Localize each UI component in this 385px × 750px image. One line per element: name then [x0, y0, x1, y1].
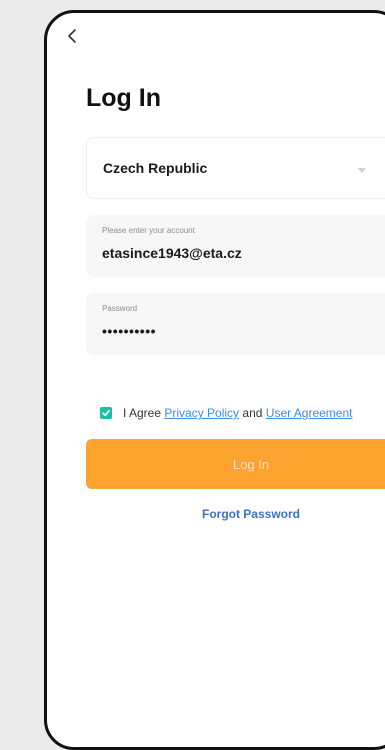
back-button[interactable]: [63, 26, 83, 46]
agreement-row: I Agree Privacy Policy and User Agreemen…: [100, 405, 353, 421]
chevron-left-icon: [68, 29, 76, 43]
device-frame: Log In Czech Republic Please enter your …: [44, 10, 385, 750]
country-select[interactable]: Czech Republic: [86, 137, 385, 199]
password-label: Password: [102, 304, 138, 313]
password-input[interactable]: ••••••••••: [102, 323, 156, 339]
privacy-policy-link[interactable]: Privacy Policy: [164, 406, 239, 420]
agree-checkbox[interactable]: [100, 407, 112, 419]
caret-down-icon: [358, 168, 366, 173]
country-value: Czech Republic: [103, 160, 208, 176]
login-button-label: Log In: [232, 456, 270, 472]
account-field[interactable]: Please enter your account etasince1943@e…: [86, 215, 385, 277]
account-label: Please enter your account: [102, 226, 195, 235]
check-icon: [102, 409, 110, 417]
user-agreement-link[interactable]: User Agreement: [266, 406, 353, 420]
password-field[interactable]: Password ••••••••••: [86, 293, 385, 355]
agree-conjunction: and: [242, 406, 263, 420]
account-input[interactable]: etasince1943@eta.cz: [102, 245, 242, 261]
forgot-password-link[interactable]: Forgot Password: [86, 507, 385, 521]
agree-prefix: I Agree: [123, 406, 162, 420]
login-button[interactable]: Log In: [86, 439, 385, 489]
page-title: Log In: [86, 84, 161, 112]
